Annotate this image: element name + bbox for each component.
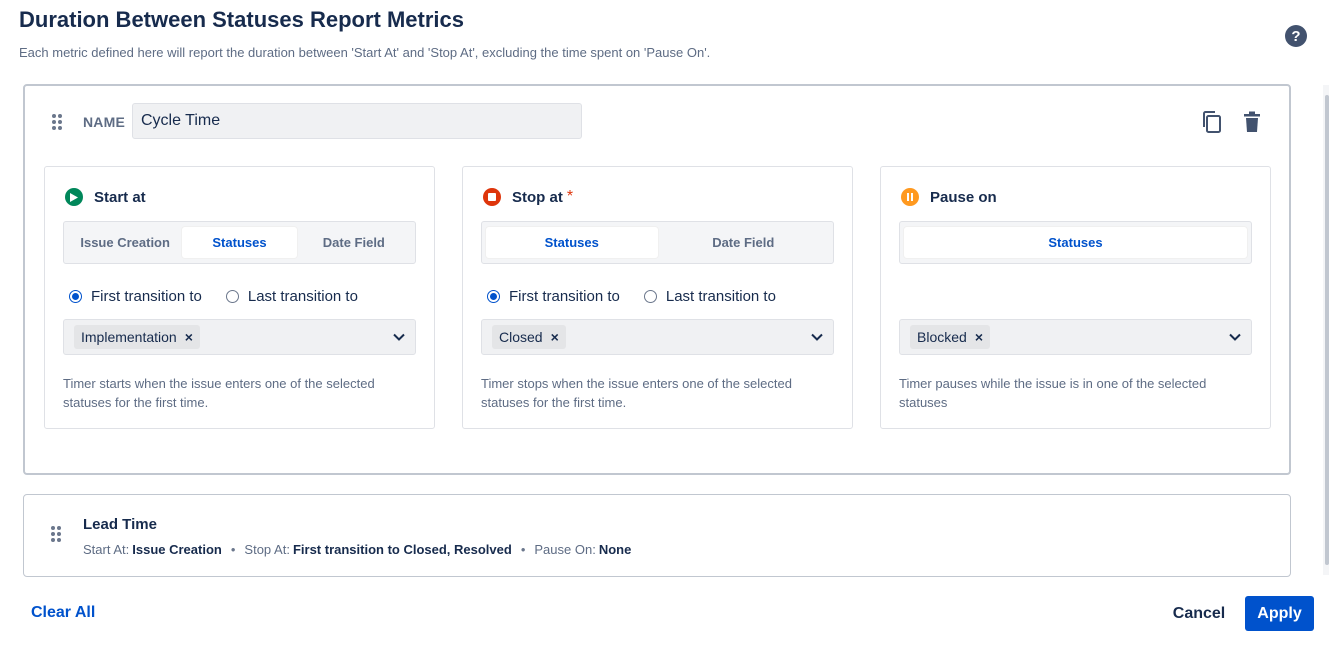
apply-button[interactable]: Apply bbox=[1245, 596, 1314, 631]
chip-label: Closed bbox=[499, 329, 543, 345]
radio-button[interactable] bbox=[225, 290, 239, 303]
status-chip: Implementation × bbox=[74, 325, 200, 349]
radio-button-checked[interactable] bbox=[69, 290, 82, 303]
lead-time-title: Lead Time bbox=[83, 516, 157, 533]
tab-date-field[interactable]: Date Field bbox=[297, 227, 411, 258]
play-circle-icon bbox=[65, 188, 83, 206]
pause-on-panel: Pause on Statuses Blocked × Timer pauses… bbox=[880, 166, 1271, 429]
tab-date-field[interactable]: Date Field bbox=[658, 227, 830, 258]
metric-card-lead-time[interactable]: Lead Time Start At: Issue Creation • Sto… bbox=[23, 494, 1291, 577]
radio-first-transition[interactable]: First transition to bbox=[69, 288, 202, 305]
metric-name-input[interactable] bbox=[132, 103, 582, 139]
chip-label: Blocked bbox=[917, 329, 967, 345]
clear-all-button[interactable]: Clear All bbox=[31, 604, 95, 622]
separator: • bbox=[230, 542, 236, 557]
stop-source-segmented: Statuses Date Field bbox=[481, 221, 834, 264]
stop-at-panel: Stop at * Statuses Date Field First tran… bbox=[462, 166, 853, 429]
pause-circle-icon bbox=[901, 188, 919, 206]
start-at-title: Start at bbox=[94, 188, 146, 206]
chip-label: Implementation bbox=[81, 329, 177, 345]
stop-status-select[interactable]: Closed × bbox=[481, 319, 834, 355]
separator: • bbox=[520, 542, 526, 557]
stop-hint: Timer stops when the issue enters one of… bbox=[481, 376, 792, 410]
cancel-button[interactable]: Cancel bbox=[1162, 596, 1236, 631]
start-status-select[interactable]: Implementation × bbox=[63, 319, 416, 355]
radio-label: First transition to bbox=[509, 288, 620, 305]
start-at-value: Issue Creation bbox=[132, 542, 222, 557]
page-title: Duration Between Statuses Report Metrics bbox=[19, 7, 464, 32]
radio-button[interactable] bbox=[643, 290, 657, 303]
radio-label: Last transition to bbox=[247, 288, 358, 305]
tab-statuses[interactable]: Statuses bbox=[486, 227, 658, 258]
status-chip: Closed × bbox=[492, 325, 566, 349]
tab-issue-creation[interactable]: Issue Creation bbox=[68, 227, 182, 258]
start-at-label: Start At: bbox=[83, 542, 130, 557]
start-at-panel: Start at Issue Creation Statuses Date Fi… bbox=[44, 166, 435, 429]
pause-hint: Timer pauses while the issue is in one o… bbox=[899, 376, 1207, 410]
pause-source-segmented: Statuses bbox=[899, 221, 1252, 264]
tab-statuses[interactable]: Statuses bbox=[904, 227, 1247, 258]
chip-remove-icon[interactable]: × bbox=[975, 329, 983, 345]
drag-handle-icon[interactable] bbox=[52, 114, 62, 130]
pause-on-label: Pause On: bbox=[534, 542, 596, 557]
chip-remove-icon[interactable]: × bbox=[185, 329, 193, 345]
chevron-down-icon[interactable] bbox=[1229, 333, 1241, 341]
status-chip: Blocked × bbox=[910, 325, 990, 349]
start-source-segmented: Issue Creation Statuses Date Field bbox=[63, 221, 416, 264]
pause-on-title: Pause on bbox=[930, 188, 997, 206]
name-label: NAME bbox=[83, 114, 126, 130]
trash-icon[interactable] bbox=[1243, 111, 1261, 133]
pause-status-select[interactable]: Blocked × bbox=[899, 319, 1252, 355]
drag-handle-icon[interactable] bbox=[51, 526, 61, 542]
metric-card-cycle-time: NAME Start at Issue Creation Statuses Da… bbox=[23, 84, 1291, 475]
start-hint: Timer starts when the issue enters one o… bbox=[63, 376, 375, 410]
stop-circle-icon bbox=[483, 188, 501, 206]
stop-at-label: Stop At: bbox=[244, 542, 290, 557]
radio-label: First transition to bbox=[91, 288, 202, 305]
pause-on-value: None bbox=[598, 542, 632, 557]
help-icon[interactable]: ? bbox=[1285, 25, 1307, 47]
chevron-down-icon[interactable] bbox=[393, 333, 405, 341]
chip-remove-icon[interactable]: × bbox=[551, 329, 559, 345]
stop-at-title: Stop at bbox=[512, 188, 563, 206]
chevron-down-icon[interactable] bbox=[811, 333, 823, 341]
scrollbar-thumb[interactable] bbox=[1325, 95, 1329, 565]
radio-first-transition[interactable]: First transition to bbox=[487, 288, 620, 305]
radio-button-checked[interactable] bbox=[487, 290, 500, 303]
radio-label: Last transition to bbox=[665, 288, 776, 305]
radio-last-transition[interactable]: Last transition to bbox=[643, 288, 776, 305]
page-subtitle: Each metric defined here will report the… bbox=[19, 45, 711, 60]
copy-icon[interactable] bbox=[1201, 110, 1223, 134]
tab-statuses[interactable]: Statuses bbox=[182, 227, 297, 258]
stop-at-value: First transition to Closed, Resolved bbox=[292, 542, 512, 557]
radio-last-transition[interactable]: Last transition to bbox=[225, 288, 358, 305]
required-mark: * bbox=[566, 188, 574, 205]
lead-time-summary: Start At: Issue Creation • Stop At: Firs… bbox=[83, 542, 631, 557]
